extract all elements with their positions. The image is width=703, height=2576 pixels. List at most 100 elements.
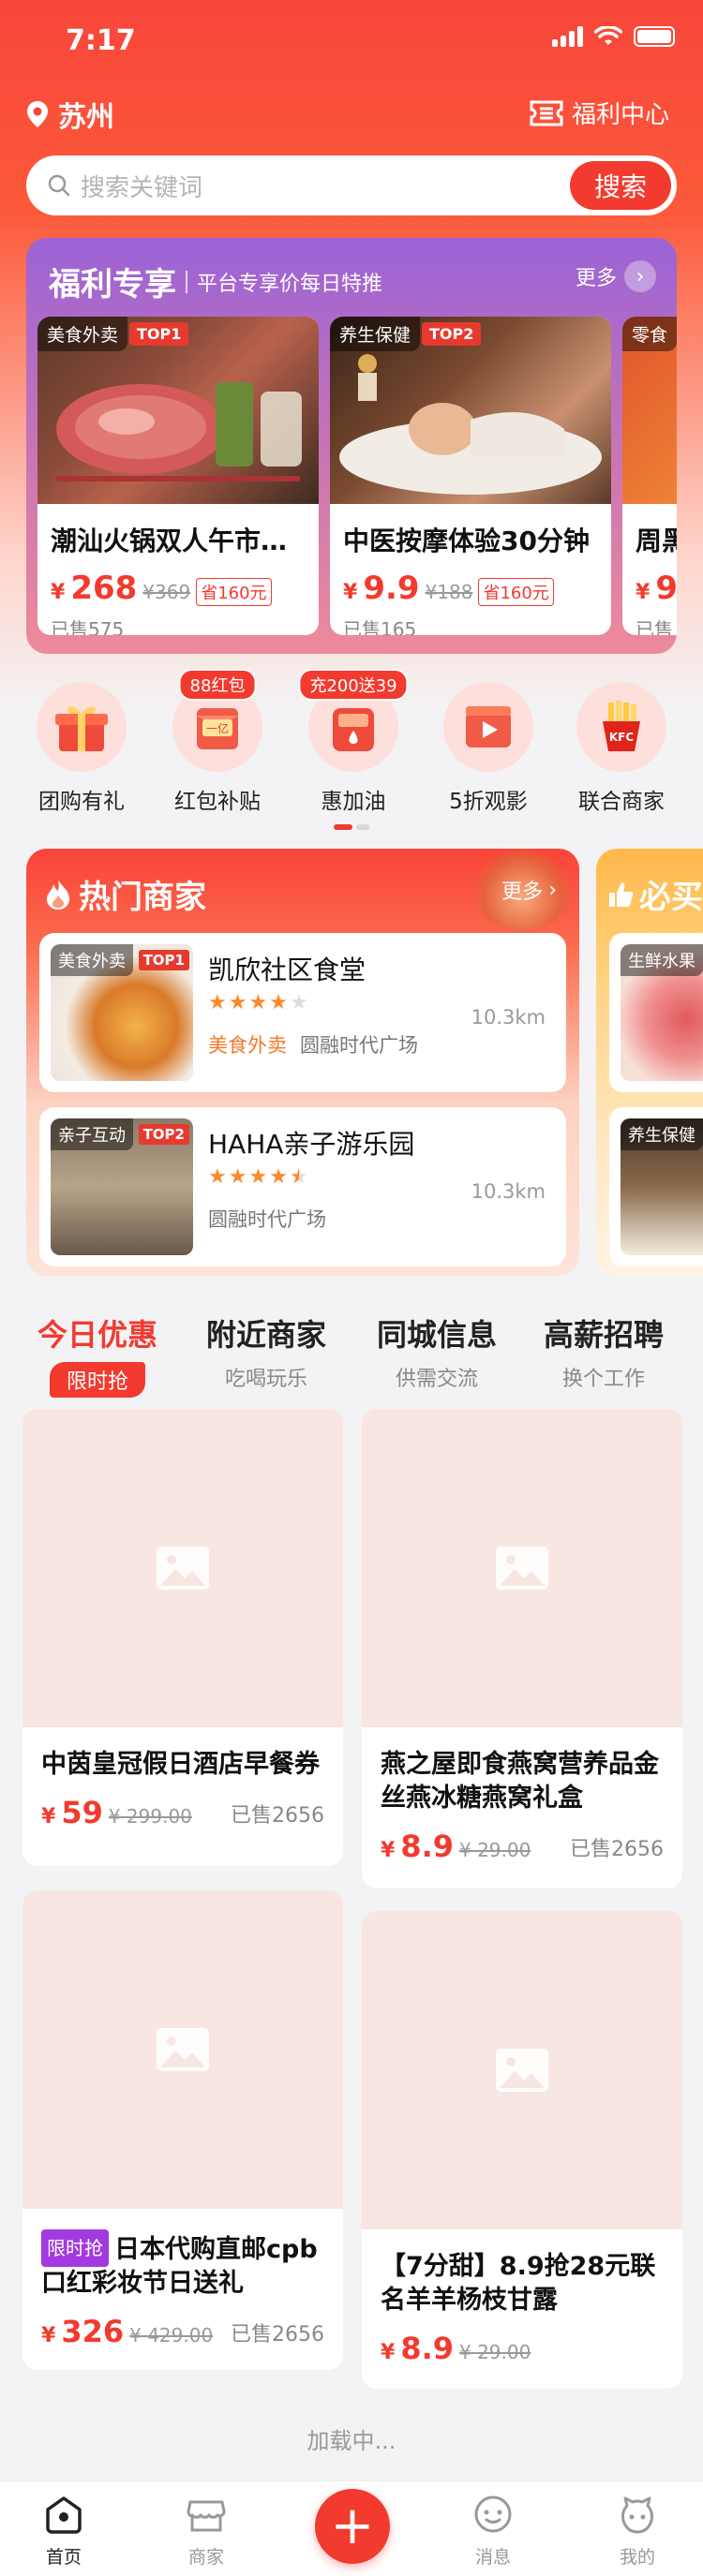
tab-subtitle: 换个工作 [561,1368,645,1391]
currency-symbol: ¥ [343,581,358,604]
welfare-card[interactable]: 养生保健 TOP2 中医按摩体验30分钟 ¥ 9.9 ¥188 省160元 已售… [330,317,611,635]
bottom-nav: 首页 商家 + 消息 我的 [0,2480,703,2576]
price: 9 [655,570,677,607]
tab-local-info[interactable]: 同城信息 供需交流 [352,1311,521,1392]
svg-text:KFC: KFC [609,731,634,744]
search-button[interactable]: 搜索 [570,161,671,210]
welfare-more-button[interactable]: 更多 › [576,260,656,292]
original-price: ¥188 [425,581,473,603]
home-icon [46,2496,82,2534]
product-card[interactable]: 限时抢 日本代购直邮cpb口红彩妆节日送礼 ¥ 326 ¥ 429.00 已售26… [22,1890,343,2370]
star-rating: ★ ★ ★ ★ ★ [208,991,308,1014]
welfare-header: 福利专享 平台专享价每日特推 [49,259,382,304]
sold-count: 已售165 [343,618,417,635]
tab-title: 高薪招聘 [543,1317,664,1353]
product-card[interactable]: 燕之屋即食燕窝营养品金丝燕冰糖燕窝礼盒 ¥ 8.9 ¥ 29.00 已售2656 [362,1409,682,1888]
star-icon: ★ [228,991,247,1014]
merchant-name: 凯欣社区食堂 [208,955,366,985]
tab-nearby-merchants[interactable]: 附近商家 吃喝玩乐 [182,1311,351,1392]
product-card[interactable]: 中茵皇冠假日酒店早餐券 ¥ 59 ¥ 299.00 已售2656 [22,1409,343,1866]
price-row: ¥ 8.9 ¥ 29.00 [381,2331,664,2366]
location-pin-icon [27,101,48,127]
category-red-envelope[interactable]: 88红包 一亿 红包补贴 [157,669,278,815]
hot-merchants-title: 热门商家 [45,871,206,917]
nav-profile[interactable]: 我的 [581,2493,694,2569]
merchant-card[interactable]: 亲子互动 TOP2 HAHA亲子游乐园 ★ ★ ★ ★ ★ 圆融时代广场 10.… [39,1107,566,1266]
product-card[interactable]: 【7分甜】8.9抢28元联名羊羊杨枝甘露 ¥ 8.9 ¥ 29.00 [362,1911,682,2389]
price-row: ¥ 268 ¥369 省160元 [51,570,306,607]
price-row: ¥ 9.9 ¥188 省160元 [343,570,598,607]
original-price: ¥ 299.00 [108,1805,192,1828]
image-placeholder-icon [22,1890,343,2209]
category-label: 联合商家 [578,790,665,814]
tab-title: 今日优惠 [37,1317,157,1353]
loading-text: 加载中... [307,2428,396,2454]
publish-plus-button[interactable]: + [315,2489,390,2564]
card-title: 周黑鸭 [636,526,677,556]
status-time: 7:17 [66,24,136,57]
price: 59 [61,1795,103,1830]
nav-home[interactable]: 首页 [7,2493,120,2569]
product-title: 燕之屋即食燕窝营养品金丝燕冰糖燕窝礼盒 [381,1748,664,1815]
half-star-icon: ★ [289,1165,308,1189]
search-input[interactable]: 搜索关键词 [81,169,202,203]
star-icon: ★ [208,991,227,1014]
product-title-text: 中茵皇冠假日酒店早餐券 [41,1750,320,1779]
category-group-buy[interactable]: 团购有礼 [21,682,142,815]
must-buy-title-text: 必买 [639,879,703,916]
star-rating: ★ ★ ★ ★ ★ [208,1165,308,1189]
must-buy-panel[interactable]: 必买 生鲜水果 养生保健 [596,849,703,1276]
tab-title: 同城信息 [376,1317,497,1353]
sold-count: 已售2656 [231,1804,324,1828]
welfare-card[interactable]: 美食外卖 TOP1 潮汕火锅双人午市夜宵套餐 ¥ 268 ¥369 省160元 … [37,317,319,635]
merchant-tag: 美食外卖 [51,944,133,976]
rank-badge: TOP2 [138,1124,189,1145]
star-icon: ★ [248,991,268,1014]
category-partner-merchants[interactable]: KFC 联合商家 [561,682,682,815]
search-bar[interactable]: 搜索关键词 搜索 [26,155,677,215]
welfare-center-link[interactable]: 福利中心 [529,96,669,130]
nav-label: 消息 [474,2547,511,2568]
product-title-text: 【7分甜】8.9抢28元联名羊羊杨枝甘露 [381,2252,656,2315]
category-fuel[interactable]: 充200送39 惠加油 [292,669,414,815]
status-icons [552,26,675,47]
star-icon: ★ [289,991,308,1014]
fuel-icon: 充200送39 [298,669,409,772]
currency-symbol: ¥ [41,2324,56,2347]
hot-more-button[interactable]: 更多 › [501,875,557,905]
tea-image: 养生保健 [621,1118,703,1255]
chevron-right-icon: › [624,260,656,292]
category-badge: 88红包 [178,669,257,701]
product-title: 限时抢 日本代购直邮cpb口红彩妆节日送礼 [41,2229,324,2301]
tab-today-deals[interactable]: 今日优惠 限时抢 [13,1311,182,1398]
original-price: ¥ 429.00 [129,2324,214,2347]
sold-count: 已售2656 [231,2323,324,2347]
nav-shop[interactable]: 商家 [150,2493,262,2569]
welfare-center-label: 福利中心 [571,101,669,129]
merchant-image: 美食外卖 TOP1 [51,944,193,1081]
tab-subtitle: 吃喝玩乐 [224,1368,307,1391]
merchant-card[interactable]: 美食外卖 TOP1 凯欣社区食堂 ★ ★ ★ ★ ★ 美食外卖 圆融时代广场 1… [39,933,566,1092]
search-icon [48,174,70,197]
card-tag: 美食外卖 [37,317,128,351]
must-buy-card[interactable]: 生鲜水果 [609,933,703,1092]
card-title: 中医按摩体验30分钟 [343,526,590,556]
nav-messages[interactable]: 消息 [437,2493,549,2569]
nav-label: 商家 [187,2547,224,2568]
welfare-subtitle: 平台专享价每日特推 [197,272,383,296]
card-tag: 养生保健 [621,1118,703,1150]
ticket-icon [530,100,563,126]
tab-subtitle: 限时抢 [49,1362,145,1398]
rank-badge: TOP1 [138,950,189,970]
merchant-meta: 圆融时代广场 [208,1205,326,1233]
movie-icon [443,682,533,772]
welfare-card[interactable]: 零食 周黑鸭 ¥ 9 已售 [622,317,677,635]
thumbs-up-icon [609,881,634,907]
tab-jobs[interactable]: 高薪招聘 换个工作 [519,1311,688,1392]
card-title: 潮汕火锅双人午市夜宵套餐 [51,526,306,556]
tab-subtitle: 供需交流 [395,1368,478,1391]
location-selector[interactable]: 苏州 [26,94,114,135]
red-envelope-icon: 88红包 一亿 [172,669,262,772]
must-buy-card[interactable]: 养生保健 [609,1107,703,1266]
category-movie[interactable]: 5折观影 [427,682,549,815]
